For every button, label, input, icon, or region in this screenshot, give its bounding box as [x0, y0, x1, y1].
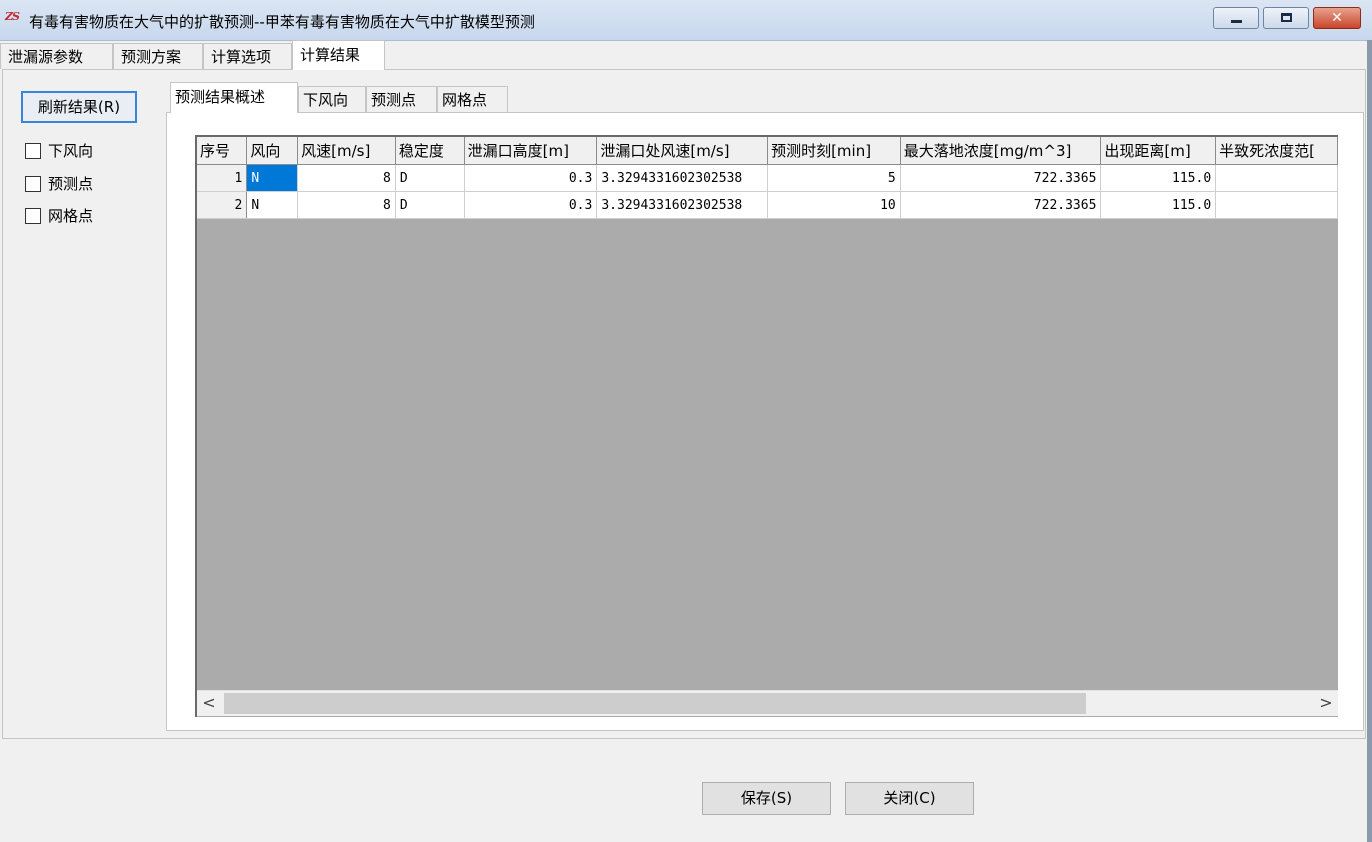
tab-prediction-plan[interactable]: 预测方案 — [113, 43, 203, 69]
table-cell[interactable]: 0.3 — [464, 164, 598, 192]
checkbox-box[interactable] — [25, 208, 41, 224]
checkbox-box[interactable] — [25, 176, 41, 192]
table-cell[interactable]: N — [246, 191, 299, 219]
save-button[interactable]: 保存(S) — [702, 782, 831, 815]
table-cell[interactable]: 3.3294331602302538 — [596, 164, 769, 192]
table-cell[interactable]: 5 — [767, 164, 901, 192]
table-cell[interactable] — [1215, 191, 1338, 219]
maximize-button[interactable] — [1263, 7, 1309, 29]
column-header[interactable]: 半致死浓度范[ — [1215, 137, 1338, 165]
column-header[interactable]: 最大落地浓度[mg/m^3] — [900, 137, 1102, 165]
column-header[interactable]: 出现距离[m] — [1100, 137, 1217, 165]
table-cell[interactable]: 722.3365 — [900, 191, 1102, 219]
close-icon: ✕ — [1331, 10, 1343, 26]
close-window-button[interactable]: ✕ — [1313, 7, 1361, 29]
table-cell[interactable]: D — [395, 164, 465, 192]
scroll-right-icon[interactable]: > — [1314, 691, 1338, 716]
table-row[interactable]: 1 N 8 D 0.3 3.3294331602302538 5 722.336… — [197, 164, 1338, 192]
checkbox-grid-point[interactable]: 网格点 — [25, 205, 93, 227]
results-grid[interactable]: 序号 风向 风速[m/s] 稳定度 泄漏口高度[m] 泄漏口处风速[m/s] 预… — [195, 135, 1338, 717]
maximize-icon — [1281, 13, 1292, 22]
checkbox-predict-point[interactable]: 预测点 — [25, 173, 93, 195]
tab-calc-results[interactable]: 计算结果 — [292, 40, 385, 70]
column-header[interactable]: 稳定度 — [395, 137, 465, 165]
tab-leak-source-params[interactable]: 泄漏源参数 — [0, 43, 113, 69]
table-cell[interactable]: 115.0 — [1100, 191, 1217, 219]
row-number-cell[interactable]: 1 — [197, 164, 248, 192]
tab-downwind[interactable]: 下风向 — [298, 86, 366, 112]
column-header[interactable]: 预测时刻[min] — [767, 137, 901, 165]
window-title: 有毒有害物质在大气中的扩散预测--甲苯有毒有害物质在大气中扩散模型预测 — [29, 13, 535, 31]
tab-results-overview[interactable]: 预测结果概述 — [170, 82, 298, 113]
title-bar: ZS 有毒有害物质在大气中的扩散预测--甲苯有毒有害物质在大气中扩散模型预测 ✕ — [0, 0, 1372, 41]
table-cell[interactable]: 8 — [297, 191, 396, 219]
close-button[interactable]: 关闭(C) — [845, 782, 974, 815]
table-cell[interactable]: 0.3 — [464, 191, 598, 219]
table-cell[interactable]: 115.0 — [1100, 164, 1217, 192]
table-cell[interactable]: N — [246, 164, 299, 192]
checkbox-downwind[interactable]: 下风向 — [25, 140, 93, 162]
checkbox-label: 预测点 — [48, 175, 94, 193]
column-header[interactable]: 泄漏口处风速[m/s] — [596, 137, 769, 165]
scroll-left-icon[interactable]: < — [197, 691, 221, 716]
outer-tab-strip: 泄漏源参数 预测方案 计算选项 计算结果 — [0, 40, 1372, 70]
table-cell[interactable]: D — [395, 191, 465, 219]
minimize-button[interactable] — [1213, 7, 1259, 29]
table-cell[interactable]: 722.3365 — [900, 164, 1102, 192]
minimize-icon — [1231, 20, 1242, 23]
column-header[interactable]: 泄漏口高度[m] — [464, 137, 598, 165]
table-cell[interactable]: 3.3294331602302538 — [596, 191, 769, 219]
tab-grid-point[interactable]: 网格点 — [437, 86, 508, 112]
checkbox-label: 网格点 — [48, 207, 94, 225]
table-cell[interactable]: 8 — [297, 164, 396, 192]
window-edge — [1367, 40, 1372, 842]
scrollbar-thumb[interactable] — [224, 693, 1086, 714]
column-header[interactable]: 风速[m/s] — [297, 137, 396, 165]
results-table: 序号 风向 风速[m/s] 稳定度 泄漏口高度[m] 泄漏口处风速[m/s] 预… — [197, 137, 1338, 219]
table-cell[interactable] — [1215, 164, 1338, 192]
table-row[interactable]: 2 N 8 D 0.3 3.3294331602302538 10 722.33… — [197, 191, 1338, 219]
table-cell[interactable]: 10 — [767, 191, 901, 219]
column-header[interactable]: 序号 — [197, 137, 248, 165]
table-header-row: 序号 风向 风速[m/s] 稳定度 泄漏口高度[m] 泄漏口处风速[m/s] 预… — [197, 137, 1338, 165]
checkbox-box[interactable] — [25, 143, 41, 159]
tab-calc-options[interactable]: 计算选项 — [203, 43, 292, 69]
refresh-results-button[interactable]: 刷新结果(R) — [21, 91, 137, 123]
horizontal-scrollbar[interactable]: < > — [197, 690, 1338, 716]
tab-predict-point[interactable]: 预测点 — [366, 86, 437, 112]
checkbox-label: 下风向 — [48, 142, 94, 160]
row-number-cell[interactable]: 2 — [197, 191, 248, 219]
app-logo-icon: ZS — [5, 10, 20, 23]
column-header[interactable]: 风向 — [246, 137, 299, 165]
